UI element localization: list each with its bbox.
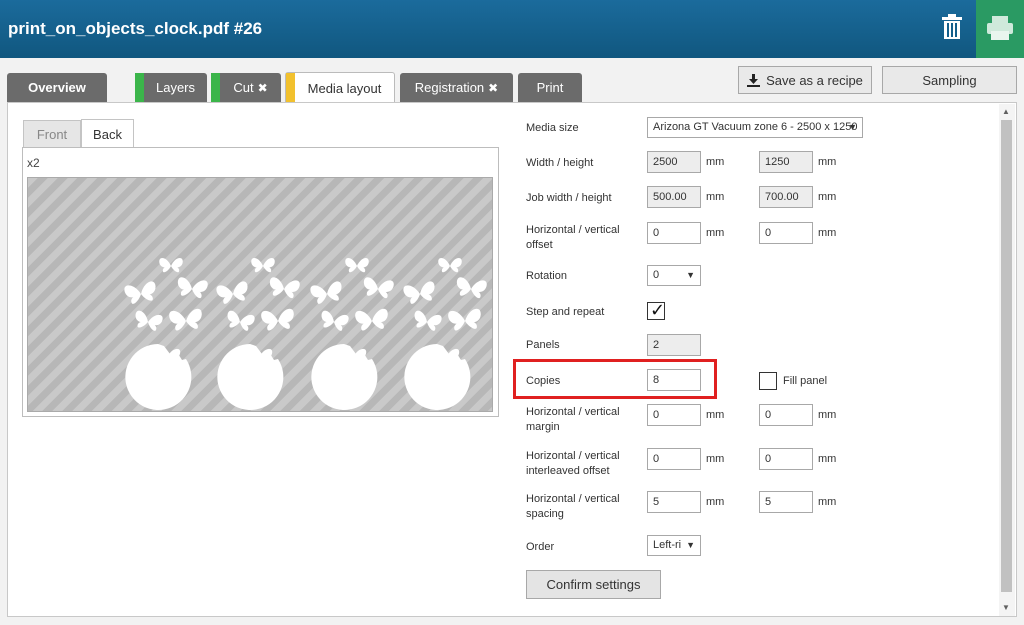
trash-icon[interactable]	[933, 10, 971, 48]
tab-layers[interactable]: Layers	[135, 73, 207, 102]
interleaved-offset-label: Horizontal / vertical interleaved offset	[526, 450, 620, 477]
media-size-select[interactable]: Arizona GT Vacuum zone 6 - 2500 x 1250 ▼	[647, 117, 863, 138]
save-as-recipe-label: Save as a recipe	[766, 72, 863, 88]
tab-status-stripe	[211, 73, 220, 102]
panels-label: Panels	[526, 339, 560, 351]
fill-panel-label: Fill panel	[783, 375, 828, 387]
horizontal-margin-input[interactable]: 0	[647, 404, 701, 426]
rotation-label: Rotation	[526, 270, 567, 282]
rotation-select[interactable]: 0 ▼	[647, 265, 701, 286]
vertical-margin-input[interactable]: 0	[759, 404, 813, 426]
margin-label: Horizontal / vertical margin	[526, 406, 620, 433]
spacing-label: Horizontal / vertical spacing	[526, 493, 620, 520]
scrollbar-thumb[interactable]	[1001, 120, 1012, 592]
confirm-settings-button[interactable]: Confirm settings	[526, 570, 661, 599]
unit-label: mm	[706, 227, 725, 239]
check-icon: ✓	[650, 300, 666, 320]
confirm-settings-label: Confirm settings	[546, 577, 641, 592]
vertical-interleaved-input[interactable]: 0	[759, 448, 813, 470]
unit-label: mm	[818, 227, 837, 239]
clock-artwork	[28, 178, 493, 412]
tab-registration[interactable]: Registration ✖	[400, 73, 513, 102]
media-size-value: Arizona GT Vacuum zone 6 - 2500 x 1250	[653, 121, 858, 133]
panels-field: 2	[647, 334, 701, 356]
unit-label: mm	[818, 156, 837, 168]
chevron-down-icon: ▼	[686, 270, 695, 280]
tab-layers-label: Layers	[155, 80, 196, 95]
unit-label: mm	[818, 191, 837, 203]
tab-status-stripe	[286, 73, 295, 103]
unit-label: mm	[818, 409, 837, 421]
unit-label: mm	[818, 453, 837, 465]
unit-label: mm	[706, 409, 725, 421]
tab-overview-label: Overview	[28, 80, 86, 95]
close-icon[interactable]: ✖	[258, 81, 268, 95]
tab-back[interactable]: Back	[81, 119, 134, 148]
rotation-value: 0	[653, 269, 660, 281]
tab-media-layout-label: Media layout	[307, 80, 382, 96]
document-title: print_on_objects_clock.pdf #26	[8, 19, 263, 38]
copies-highlight-box	[513, 359, 717, 399]
copies-count-label: x2	[27, 156, 40, 170]
app-header: print_on_objects_clock.pdf #26	[0, 0, 1024, 58]
unit-label: mm	[706, 191, 725, 203]
tab-cut[interactable]: Cut ✖	[211, 73, 281, 102]
width-field: 2500	[647, 151, 701, 173]
unit-label: mm	[706, 453, 725, 465]
order-select[interactable]: Left-ri ▼	[647, 535, 701, 556]
download-icon	[747, 73, 761, 87]
clock-graphic	[216, 258, 301, 410]
printer-icon[interactable]	[976, 0, 1024, 58]
job-width-height-label: Job width / height	[526, 192, 612, 204]
vertical-offset-input[interactable]: 0	[759, 222, 813, 244]
tab-front-label: Front	[36, 127, 68, 142]
step-and-repeat-label: Step and repeat	[526, 306, 605, 318]
horizontal-offset-input[interactable]: 0	[647, 222, 701, 244]
height-field: 1250	[759, 151, 813, 173]
clock-graphic	[124, 258, 209, 410]
order-label: Order	[526, 541, 555, 553]
tab-cut-label: Cut	[233, 80, 254, 95]
tab-status-stripe	[135, 73, 144, 102]
tab-front[interactable]: Front	[23, 120, 81, 148]
clock-graphic	[310, 258, 395, 410]
scroll-down-icon[interactable]: ▼	[1002, 603, 1010, 612]
sampling-label: Sampling	[922, 72, 977, 88]
tab-back-label: Back	[93, 126, 122, 142]
unit-label: mm	[818, 496, 837, 508]
chevron-down-icon: ▼	[848, 122, 857, 132]
close-icon[interactable]: ✖	[488, 81, 498, 95]
clock-graphic	[403, 258, 488, 410]
media-canvas	[27, 177, 493, 412]
step-and-repeat-checkbox[interactable]: ✓	[647, 300, 666, 320]
unit-label: mm	[706, 156, 725, 168]
vertical-spacing-input[interactable]: 5	[759, 491, 813, 513]
sampling-button[interactable]: Sampling	[882, 66, 1017, 94]
offset-label: Horizontal / vertical offset	[526, 224, 620, 251]
tab-print[interactable]: Print	[518, 73, 582, 102]
scroll-up-icon[interactable]: ▲	[1002, 107, 1010, 116]
horizontal-interleaved-input[interactable]: 0	[647, 448, 701, 470]
tab-registration-label: Registration	[414, 80, 485, 95]
tab-overview[interactable]: Overview	[7, 73, 107, 102]
fill-panel-checkbox[interactable]	[759, 372, 777, 390]
width-height-label: Width / height	[526, 157, 594, 169]
save-as-recipe-button[interactable]: Save as a recipe	[738, 66, 872, 94]
job-height-field: 700.00	[759, 186, 813, 208]
tab-media-layout[interactable]: Media layout	[285, 72, 395, 103]
chevron-down-icon: ▼	[686, 540, 695, 550]
order-value: Left-ri	[653, 539, 682, 551]
job-width-field: 500.00	[647, 186, 701, 208]
tab-print-label: Print	[536, 80, 564, 95]
unit-label: mm	[706, 496, 725, 508]
media-size-label: Media size	[526, 122, 579, 134]
horizontal-spacing-input[interactable]: 5	[647, 491, 701, 513]
